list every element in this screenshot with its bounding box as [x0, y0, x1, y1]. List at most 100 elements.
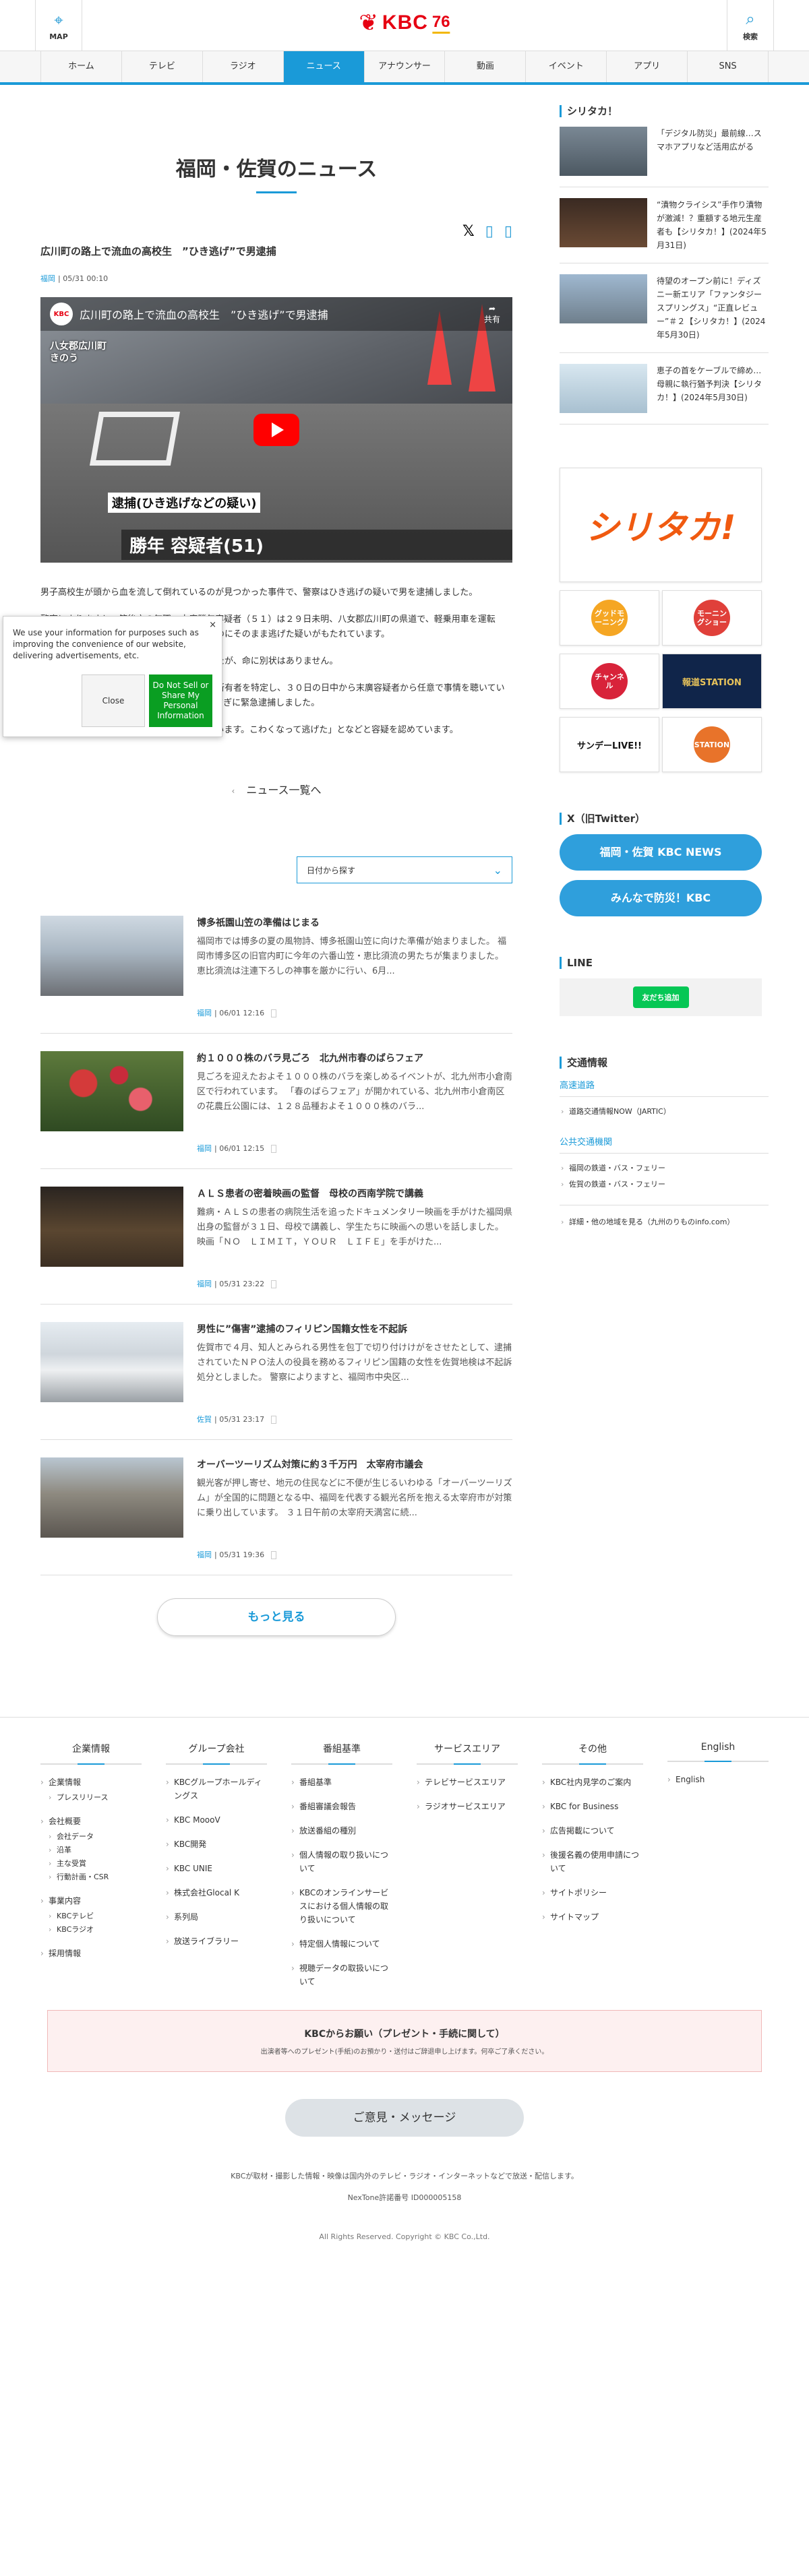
footer-sublink[interactable]: プレスリリース	[49, 1792, 142, 1804]
news-category[interactable]: 福岡	[197, 1280, 212, 1288]
footer-link[interactable]: ラジオサービスエリア	[417, 1800, 518, 1813]
news-title[interactable]: オーバーツーリズム対策に約３千万円 太宰府市議会	[197, 1457, 512, 1471]
video-player[interactable]: KBC 広川町の路上で流血の高校生 ”ひき逃げ”で男逮捕 ➦ 共有 八女郡広川町…	[40, 297, 512, 563]
news-title[interactable]: 博多祇園山笠の準備はじまる	[197, 916, 512, 929]
opinion-button[interactable]: ご意見・メッセージ	[285, 2099, 524, 2137]
news-item[interactable]: オーバーツーリズム対策に約３千万円 太宰府市議会 観光客が押し寄せ、地元の住民な…	[40, 1440, 512, 1575]
news-thumbnail[interactable]	[40, 1457, 183, 1538]
load-more-button[interactable]: もっと見る	[157, 1598, 396, 1636]
traffic-more-link[interactable]: 詳細・他の地域を見る（九州のりものinfo.com）	[560, 1205, 769, 1228]
map-button[interactable]: ⌖ MAP	[35, 0, 82, 51]
footer-link[interactable]: 会社概要会社データ沿革主な受賞行動計画・CSR	[40, 1815, 142, 1883]
footer-link[interactable]: KBC MoooV	[166, 1813, 267, 1827]
footer-link[interactable]: KBC開発	[166, 1837, 267, 1851]
news-item[interactable]: 男性に”傷害”逮捕のフィリピン国籍女性を不起訴 佐賀市で４月、知人とみられる男性…	[40, 1305, 512, 1440]
footer-link[interactable]: 採用情報	[40, 1947, 142, 1960]
footer-link[interactable]: 広告掲載について	[542, 1824, 643, 1837]
footer-sublink[interactable]: KBCラジオ	[49, 1924, 142, 1936]
transit-link-saga[interactable]: 佐賀の鉄道・バス・フェリー	[560, 1176, 769, 1193]
article-category[interactable]: 福岡	[40, 274, 55, 283]
footer-link[interactable]: KBC UNIE	[166, 1862, 267, 1875]
close-icon[interactable]: ×	[209, 619, 216, 631]
footer-link[interactable]: 視聴データの取扱いについて	[291, 1961, 392, 1988]
shiritaka-title[interactable]: 「デジタル防災」最前線…スマホアプリなど活用広がる	[657, 127, 769, 176]
news-category[interactable]: 福岡	[197, 1144, 212, 1153]
x-bousai-button[interactable]: みんなで防災！KBC	[560, 880, 762, 916]
shiritaka-thumbnail[interactable]	[560, 198, 647, 247]
news-title[interactable]: 男性に”傷害”逮捕のフィリピン国籍女性を不起訴	[197, 1322, 512, 1336]
shiritaka-banner[interactable]: シリタカ!	[560, 468, 762, 582]
nav-announcer[interactable]: アナウンサー	[363, 51, 445, 82]
news-list-link[interactable]: ‹ ニュース一覧へ	[40, 781, 512, 797]
channel-banner[interactable]: チャンネル	[560, 654, 659, 709]
news-item[interactable]: 約１０００株のバラ見ごろ 北九州市春のばらフェア 見ごろを迎えたおよそ１０００株…	[40, 1034, 512, 1169]
news-category[interactable]: 福岡	[197, 1550, 212, 1559]
news-thumbnail[interactable]	[40, 1187, 183, 1267]
news-title[interactable]: 約１０００株のバラ見ごろ 北九州市春のばらフェア	[197, 1051, 512, 1065]
line-add-friend-button[interactable]: 友だち追加	[632, 986, 689, 1008]
video-share-button[interactable]: ➦ 共有	[484, 304, 500, 325]
houdou-station-banner[interactable]: 報道STATION	[662, 654, 762, 709]
morning-show-banner[interactable]: モーニングショー	[662, 590, 762, 646]
footer-link[interactable]: 株式会社Glocal K	[166, 1886, 267, 1899]
shiritaka-thumbnail[interactable]	[560, 127, 647, 176]
footer-link[interactable]: 系列局	[166, 1910, 267, 1924]
nav-radio[interactable]: ラジオ	[202, 51, 283, 82]
footer-link[interactable]: 放送ライブラリー	[166, 1935, 267, 1948]
shiritaka-item[interactable]: 待望のオープン前に！ディズニー新エリア「ファンタジースプリングス」“正直レビュー…	[560, 263, 769, 353]
footer-link[interactable]: サイトマップ	[542, 1910, 643, 1924]
footer-link[interactable]: 後援名義の使用申請について	[542, 1848, 643, 1875]
play-button[interactable]	[253, 414, 299, 446]
footer-sublink[interactable]: 沿革	[49, 1844, 142, 1856]
news-item[interactable]: ＡＬＳ患者の密着映画の監督 母校の西南学院で講義 難病・ＡＬＳの患者の病院生活を…	[40, 1169, 512, 1305]
footer-link[interactable]: サイトポリシー	[542, 1886, 643, 1899]
shiritaka-thumbnail[interactable]	[560, 364, 647, 413]
nav-video[interactable]: 動画	[444, 51, 525, 82]
news-thumbnail[interactable]	[40, 1051, 183, 1131]
shiritaka-item[interactable]: 「デジタル防災」最前線…スマホアプリなど活用広がる	[560, 127, 769, 187]
x-share-icon[interactable]: 𝕏	[462, 223, 475, 240]
station-banner[interactable]: STATION	[662, 717, 762, 772]
line-share-icon[interactable]: ▯	[504, 223, 512, 240]
footer-link[interactable]: KBCのオンラインサービスにおける個人情報の取り扱いについて	[291, 1886, 392, 1926]
footer-link[interactable]: 個人情報の取り扱いについて	[291, 1848, 392, 1875]
notice-box[interactable]: KBCからお願い（プレゼント・手続に関して） 出演者等へのプレゼント(手紙)のお…	[47, 2010, 762, 2072]
news-title[interactable]: ＡＬＳ患者の密着映画の監督 母校の西南学院で講義	[197, 1187, 512, 1200]
nav-home[interactable]: ホーム	[40, 51, 121, 82]
nav-sns[interactable]: SNS	[687, 51, 769, 82]
news-item[interactable]: 博多祇園山笠の準備はじまる 福岡市では博多の夏の風物詩、博多祇園山笠に向けた準備…	[40, 898, 512, 1034]
date-filter-select[interactable]: 日付から探す ⌄	[297, 856, 512, 883]
shiritaka-thumbnail[interactable]	[560, 274, 647, 323]
shiritaka-title[interactable]: 待望のオープン前に！ディズニー新エリア「ファンタジースプリングス」“正直レビュー…	[657, 274, 769, 342]
search-button[interactable]: ⌕ 検索	[727, 0, 774, 51]
news-category[interactable]: 佐賀	[197, 1415, 212, 1424]
footer-sublink[interactable]: KBCテレビ	[49, 1910, 142, 1922]
footer-link[interactable]: 番組基準	[291, 1776, 392, 1789]
footer-link[interactable]: 特定個人情報について	[291, 1937, 392, 1951]
facebook-share-icon[interactable]: ▯	[485, 223, 493, 240]
footer-link[interactable]: テレビサービスエリア	[417, 1776, 518, 1789]
footer-link[interactable]: KBC社内見学のご案内	[542, 1776, 643, 1789]
cookie-close-button[interactable]: Close	[82, 674, 145, 727]
footer-link[interactable]: KBC for Business	[542, 1800, 643, 1813]
footer-link[interactable]: 番組審議会報告	[291, 1800, 392, 1813]
footer-link[interactable]: KBCグループホールディングス	[166, 1776, 267, 1802]
news-category[interactable]: 福岡	[197, 1009, 212, 1017]
nav-app[interactable]: アプリ	[606, 51, 687, 82]
footer-sublink[interactable]: 主な受賞	[49, 1858, 142, 1870]
news-thumbnail[interactable]	[40, 916, 183, 996]
shiritaka-title[interactable]: “漬物クライシス”手作り漬物が激減！？重額する地元生産者も【シリタカ！】(202…	[657, 198, 769, 252]
news-thumbnail[interactable]	[40, 1322, 183, 1402]
do-not-sell-button[interactable]: Do Not Sell or Share My Personal Informa…	[149, 674, 212, 727]
nav-event[interactable]: イベント	[525, 51, 606, 82]
footer-link[interactable]: English	[667, 1773, 769, 1786]
nav-tv[interactable]: テレビ	[121, 51, 202, 82]
highway-link[interactable]: 道路交通情報NOW（JARTIC）	[560, 1104, 769, 1120]
nav-news[interactable]: ニュース	[282, 51, 364, 82]
shiritaka-title[interactable]: 恵子の首をケーブルで締め…母親に執行猶予判決【シリタカ！】(2024年5月30日…	[657, 364, 769, 413]
sunday-live-banner[interactable]: サンデーLIVE!!	[560, 717, 659, 772]
footer-sublink[interactable]: 会社データ	[49, 1831, 142, 1843]
shiritaka-item[interactable]: “漬物クライシス”手作り漬物が激減！？重額する地元生産者も【シリタカ！】(202…	[560, 187, 769, 263]
good-morning-banner[interactable]: グッドモーニング	[560, 590, 659, 646]
kbc-logo[interactable]: ❦ KBC 76	[359, 9, 450, 36]
